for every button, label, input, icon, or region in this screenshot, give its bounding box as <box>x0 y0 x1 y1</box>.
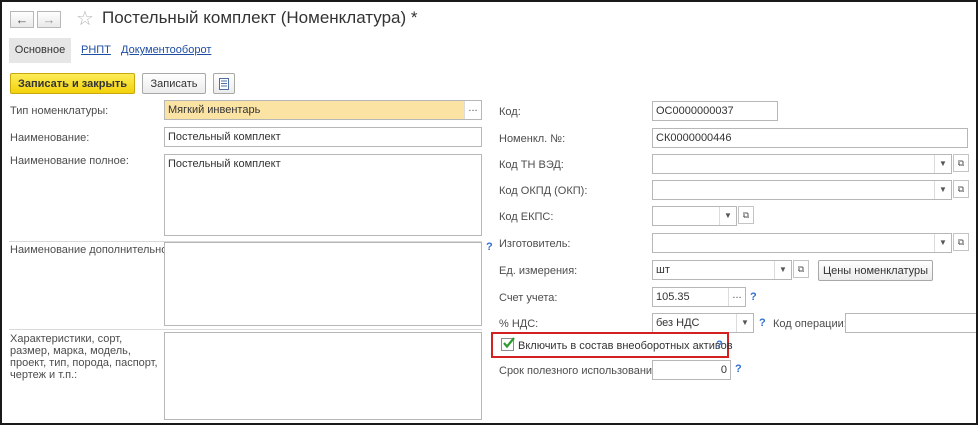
type-field[interactable]: Мягкий инвентарь ... <box>164 100 482 120</box>
code-value: ОС0000000037 <box>656 105 734 117</box>
vat-field[interactable]: без НДС ▼ <box>652 313 754 333</box>
account-label: Счет учета: <box>499 292 558 304</box>
help-icon[interactable]: ? <box>716 339 723 351</box>
tab-main[interactable]: Основное <box>9 38 71 63</box>
type-label: Тип номенклатуры: <box>10 105 109 117</box>
item-form-window: ← → ☆ Постельный комплект (Номенклатура)… <box>0 0 978 425</box>
full-name-label: Наименование полное: <box>10 155 129 167</box>
account-field[interactable]: 105.35 ... <box>652 287 746 307</box>
item-prices-button[interactable]: Цены номенклатуры <box>818 260 933 281</box>
item-number-label: Номенкл. №: <box>499 133 566 145</box>
open-icon[interactable]: ⧉ <box>738 206 754 224</box>
chevron-down-icon[interactable]: ▼ <box>774 261 791 279</box>
name-value: Постельный комплект <box>168 131 281 143</box>
tab-rnpt[interactable]: РНПТ <box>81 38 111 63</box>
save-and-close-button[interactable]: Записать и закрыть <box>10 73 135 94</box>
okpd-field[interactable]: ▼ <box>652 180 952 200</box>
open-icon[interactable]: ⧉ <box>953 180 969 198</box>
vat-label: % НДС: <box>499 318 539 330</box>
tn-ved-field[interactable]: ▼ <box>652 154 952 174</box>
manufacturer-field[interactable]: ▼ <box>652 233 952 253</box>
useful-life-field[interactable]: 0 <box>652 360 731 380</box>
okpd-label: Код ОКПД (ОКП): <box>499 185 588 197</box>
unit-label: Ед. измерения: <box>499 265 578 277</box>
forward-button[interactable]: → <box>37 11 61 28</box>
help-icon[interactable]: ? <box>750 291 757 303</box>
non-current-assets-label: Включить в состав внеоборотных активов <box>518 340 733 352</box>
ekps-field[interactable]: ▼ <box>652 206 737 226</box>
chevron-down-icon[interactable]: ▼ <box>934 155 951 173</box>
additional-name-label: Наименование дополнительное: <box>10 244 177 256</box>
chevron-down-icon[interactable]: ▼ <box>934 234 951 252</box>
open-icon[interactable]: ⧉ <box>953 154 969 172</box>
arrow-right-icon: → <box>42 12 56 27</box>
chevron-down-icon[interactable]: ▼ <box>736 314 753 332</box>
open-icon[interactable]: ⧉ <box>953 233 969 251</box>
tab-document-flow[interactable]: Документооборот <box>121 38 211 63</box>
divider <box>9 329 482 330</box>
account-value: 105.35 <box>656 291 690 303</box>
useful-life-value: 0 <box>720 364 727 376</box>
non-current-assets-checkbox[interactable] <box>501 337 515 351</box>
code-field[interactable]: ОС0000000037 <box>652 101 778 121</box>
help-icon[interactable]: ? <box>735 363 742 375</box>
operation-code-label: Код операции: <box>773 318 847 330</box>
unit-field[interactable]: шт ▼ <box>652 260 792 280</box>
characteristics-field[interactable] <box>164 332 482 420</box>
arrow-left-icon: ← <box>15 12 29 27</box>
vat-value: без НДС <box>656 317 700 329</box>
unit-value: шт <box>656 264 670 276</box>
star-icon[interactable]: ☆ <box>76 6 94 31</box>
item-number-field[interactable]: СК0000000446 <box>652 128 968 148</box>
item-number-value: СК0000000446 <box>656 132 732 144</box>
help-icon[interactable]: ? <box>759 317 766 329</box>
code-label: Код: <box>499 106 521 118</box>
full-name-value: Постельный комплект <box>168 158 281 170</box>
report-icon <box>219 78 229 90</box>
name-label: Наименование: <box>10 132 90 144</box>
name-field[interactable]: Постельный комплект <box>164 127 482 147</box>
tn-ved-label: Код ТН ВЭД: <box>499 159 564 171</box>
chevron-down-icon[interactable]: ▼ <box>719 207 736 225</box>
characteristics-label: Характеристики, сорт, размер, марка, мод… <box>10 333 158 381</box>
operation-code-field[interactable] <box>845 313 976 333</box>
manufacturer-label: Изготовитель: <box>499 238 571 250</box>
report-button[interactable] <box>213 73 235 94</box>
back-button[interactable]: ← <box>10 11 34 28</box>
chevron-down-icon[interactable]: ▼ <box>934 181 951 199</box>
select-button[interactable]: ... <box>464 101 481 119</box>
select-button[interactable]: ... <box>728 288 745 306</box>
type-value: Мягкий инвентарь <box>168 104 261 116</box>
save-button[interactable]: Записать <box>142 73 206 94</box>
page-title: Постельный комплект (Номенклатура) * <box>102 8 418 27</box>
additional-name-field[interactable] <box>164 242 482 326</box>
full-name-field[interactable]: Постельный комплект <box>164 154 482 236</box>
ekps-label: Код ЕКПС: <box>499 211 554 223</box>
checkmark-icon <box>503 337 515 349</box>
help-icon[interactable]: ? <box>486 241 493 253</box>
useful-life-label: Срок полезного использования: <box>499 365 662 377</box>
open-icon[interactable]: ⧉ <box>793 260 809 278</box>
